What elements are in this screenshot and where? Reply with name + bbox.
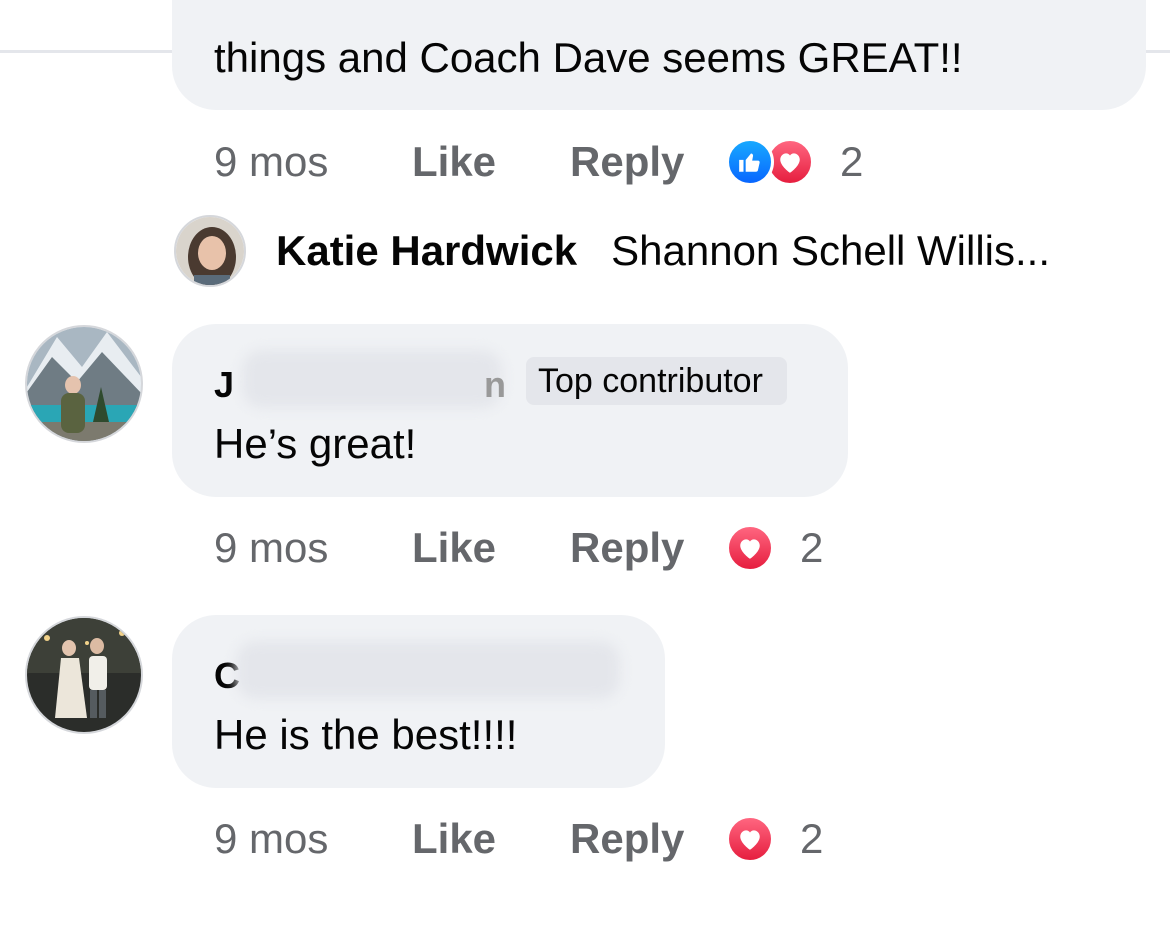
love-reaction-icon [726, 815, 774, 863]
love-reaction-icon [726, 524, 774, 572]
reply-button[interactable]: Reply [570, 138, 726, 186]
top-contributor-badge: Top contributor [526, 357, 787, 405]
comment-timestamp[interactable]: 9 mos [214, 815, 412, 863]
reactions-summary[interactable]: 2 [726, 138, 863, 186]
comment-bubble: C He is the best!!!! [172, 615, 665, 788]
reaction-count: 2 [800, 524, 824, 571]
like-button[interactable]: Like [412, 138, 570, 186]
comment-text: He is the best!!!! [214, 711, 518, 758]
reply-snippet: Shannon Schell Willis... [611, 227, 1050, 274]
like-button[interactable]: Like [412, 524, 570, 572]
comment-timestamp[interactable]: 9 mos [214, 524, 412, 572]
reply-button[interactable]: Reply [570, 524, 726, 572]
reaction-count: 2 [800, 815, 824, 862]
comment-author-initial[interactable]: J [214, 364, 234, 406]
reply-author[interactable]: Katie Hardwick [276, 227, 577, 275]
avatar[interactable] [174, 215, 246, 287]
reply-button[interactable]: Reply [570, 815, 726, 863]
comment-text: things and Coach Dave seems GREAT!! [214, 34, 963, 81]
reaction-count: 2 [840, 138, 864, 185]
like-reaction-icon [726, 138, 774, 186]
comment-bubble: J n Top contributor He’s great! [172, 324, 848, 497]
comment-timestamp[interactable]: 9 mos [214, 138, 412, 186]
reactions-summary[interactable]: 2 [726, 815, 823, 863]
comment-actions: 9 mos Like Reply 2 [214, 522, 823, 574]
like-button[interactable]: Like [412, 815, 570, 863]
redacted-name [242, 350, 502, 408]
comment-actions: 9 mos Like Reply 2 [214, 813, 823, 865]
comment-text: He’s great! [214, 420, 417, 467]
comment-author-tail: n [484, 364, 506, 405]
reactions-summary[interactable]: 2 [726, 524, 823, 572]
redacted-name [236, 641, 620, 699]
avatar[interactable] [25, 325, 143, 443]
comment-bubble: things and Coach Dave seems GREAT!! [172, 0, 1146, 110]
comment-actions: 9 mos Like Reply 2 [214, 136, 863, 188]
reply-preview[interactable]: Katie Hardwick Shannon Schell Willis... [174, 214, 1050, 288]
avatar[interactable] [25, 616, 143, 734]
